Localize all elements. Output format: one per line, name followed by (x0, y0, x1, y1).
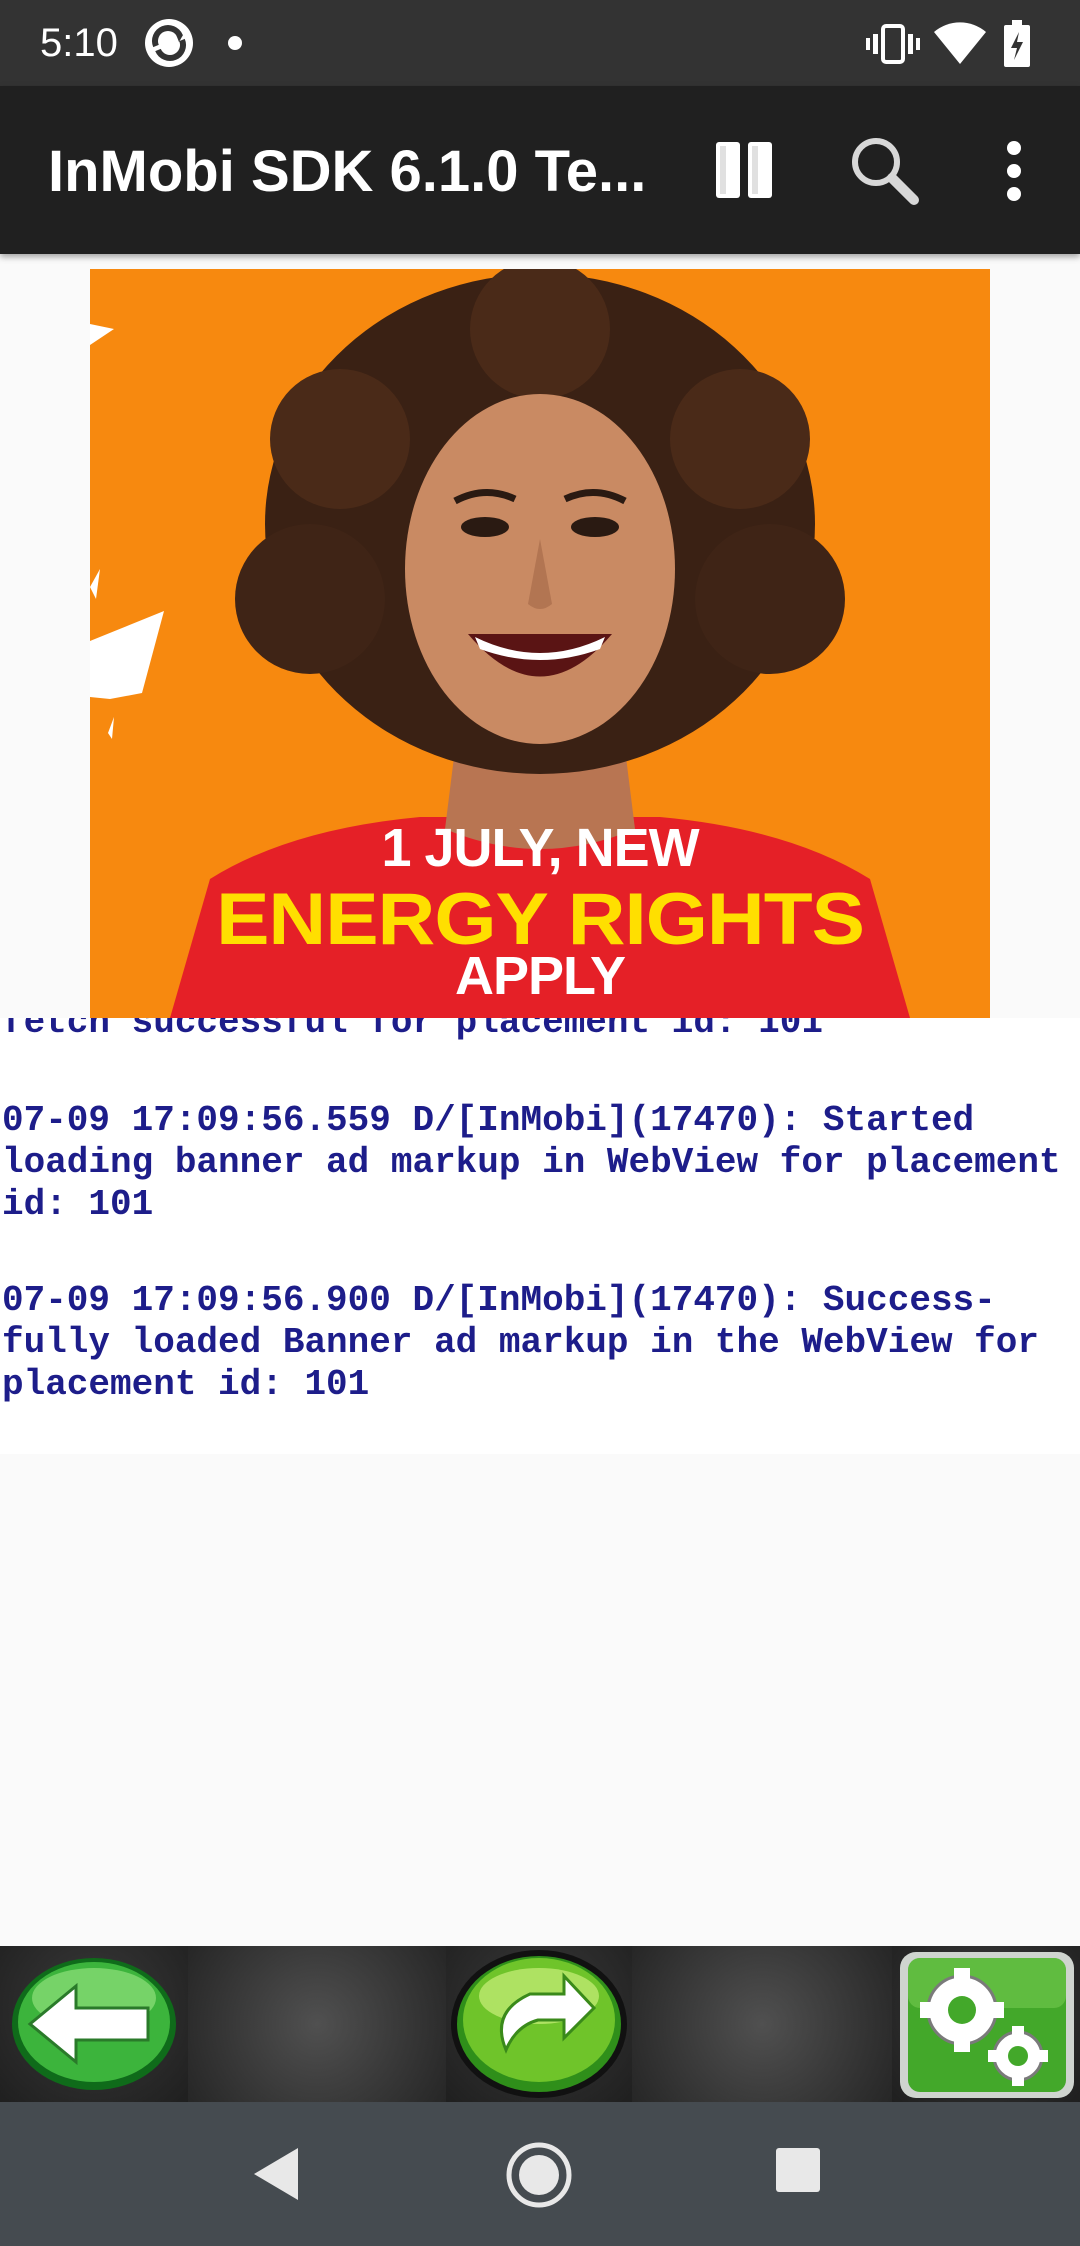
ad-headline-line3: APPLY (454, 946, 626, 1006)
wifi-icon (934, 22, 986, 64)
bottom-toolbar (0, 1946, 1080, 2102)
app-title: InMobi SDK 6.1.0 Te... (48, 139, 647, 204)
back-button[interactable] (0, 1946, 188, 2102)
log-entry-partial: fetch successful for placement id: 101 (2, 1018, 823, 1043)
refresh-icon (451, 1950, 627, 2098)
nav-home-icon[interactable] (504, 2140, 574, 2210)
status-time: 5:10 (40, 21, 118, 65)
toolbar-spacer (632, 1946, 892, 2102)
settings-button[interactable] (892, 1946, 1080, 2102)
app-bar: InMobi SDK 6.1.0 Te... (0, 86, 1080, 254)
status-bar: 5:10 (0, 0, 1080, 86)
toolbar-spacer (188, 1946, 446, 2102)
notification-dot (228, 36, 242, 50)
nav-back-icon[interactable] (246, 2142, 310, 2206)
ad-headline-line1: 1 JULY, NEW (381, 818, 699, 878)
nav-recents-icon[interactable] (774, 2146, 822, 2194)
back-arrow-icon (12, 1958, 176, 2090)
app-notification-icon (145, 19, 193, 67)
log-entry: 07-09 17:09:56.900 D/[InMobi](17470): Su… (2, 1280, 1061, 1405)
more-vert-icon[interactable] (994, 136, 1034, 206)
refresh-button[interactable] (446, 1946, 632, 2102)
search-icon[interactable] (848, 134, 920, 206)
vibrate-icon (866, 24, 920, 64)
battery-icon (1004, 20, 1030, 67)
pause-icon[interactable] (712, 138, 776, 202)
banner-ad[interactable]: 1 JULY, NEW ENERGY RIGHTS APPLY (90, 269, 990, 1018)
navigation-bar (0, 2102, 1080, 2246)
log-output[interactable]: fetch successful for placement id: 101 0… (0, 1018, 1080, 1454)
settings-gears-icon (900, 1952, 1074, 2098)
log-entry: 07-09 17:09:56.559 D/[InMobi](17470): St… (2, 1100, 1061, 1225)
